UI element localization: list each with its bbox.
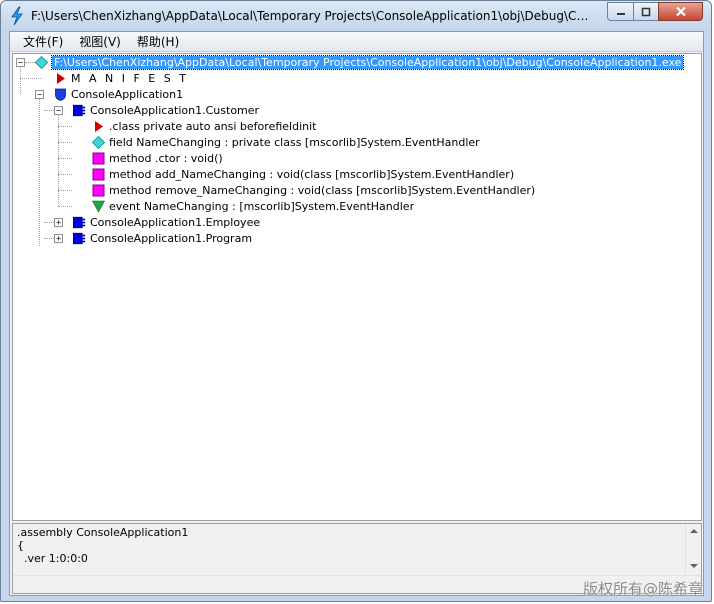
tree-node-label: ConsoleApplication1: [71, 87, 184, 101]
manifest-triangle-icon: [54, 72, 67, 85]
watermark-text: 版权所有@陈希章: [582, 580, 703, 598]
tree-node-class-employee[interactable]: ConsoleApplication1.Employee: [73, 214, 260, 230]
tree-node-label: ConsoleApplication1.Program: [90, 231, 253, 245]
tree-node-class-info[interactable]: .class private auto ansi beforefieldinit: [92, 118, 316, 134]
namespace-shield-icon: [54, 88, 67, 101]
window-title: F:\Users\ChenXizhang\AppData\Local\Tempo…: [31, 9, 591, 23]
menu-view[interactable]: 视图(V): [72, 32, 128, 51]
customer-collapse-button[interactable]: −: [54, 106, 63, 115]
il-line: .ver 1:0:0:0: [17, 552, 88, 565]
class-icon: [73, 232, 86, 245]
menu-bar: 文件(F) 视图(V) 帮助(H): [10, 32, 703, 52]
tree-node-label: method add_NameChanging : void(class [ms…: [109, 167, 515, 181]
tree-line: [58, 126, 72, 127]
assembly-diamond-icon: [35, 55, 48, 69]
field-diamond-icon: [92, 135, 105, 149]
tree-line: [39, 98, 40, 246]
close-button[interactable]: [658, 2, 703, 21]
tree-node-event[interactable]: event NameChanging : [mscorlib]System.Ev…: [92, 198, 414, 214]
namespace-collapse-button[interactable]: −: [35, 90, 44, 99]
tree-line: [58, 206, 72, 207]
menu-help[interactable]: 帮助(H): [130, 32, 186, 51]
tree-line: [25, 62, 35, 63]
root-collapse-button[interactable]: −: [16, 58, 25, 67]
class-icon: [73, 216, 86, 229]
tree-line: [44, 238, 54, 239]
assembly-tree-view[interactable]: − − − + + F:\Users\ChenXizhang\AppData\L…: [12, 53, 702, 521]
employee-expand-button[interactable]: +: [54, 218, 63, 227]
tree-line: [58, 142, 72, 143]
method-square-icon: [92, 168, 105, 181]
tree-node-field[interactable]: field NameChanging : private class [msco…: [92, 134, 480, 150]
caption-buttons: [607, 2, 703, 21]
method-square-icon: [92, 184, 105, 197]
vertical-scrollbar[interactable]: [685, 524, 701, 574]
tree-line: [58, 158, 72, 159]
tree-node-label: method .ctor : void(): [109, 151, 223, 165]
tree-line: [44, 110, 54, 111]
tree-line: [20, 66, 21, 94]
tree-node-label: ConsoleApplication1.Employee: [90, 215, 261, 229]
tree-line: [44, 222, 54, 223]
method-square-icon: [92, 152, 105, 165]
tree-node-method-remove[interactable]: method remove_NameChanging : void(class …: [92, 182, 535, 198]
il-line: .assembly ConsoleApplication1: [17, 526, 189, 539]
tree-node-class-customer[interactable]: ConsoleApplication1.Customer: [73, 102, 259, 118]
app-window: F:\Users\ChenXizhang\AppData\Local\Tempo…: [0, 0, 712, 602]
il-line: {: [17, 539, 24, 552]
class-icon: [73, 104, 86, 117]
tree-node-label: F:\Users\ChenXizhang\AppData\Local\Tempo…: [50, 54, 685, 70]
maximize-icon: [641, 7, 651, 16]
maximize-button[interactable]: [633, 2, 658, 21]
tree-node-label: event NameChanging : [mscorlib]System.Ev…: [109, 199, 415, 213]
title-bar[interactable]: F:\Users\ChenXizhang\AppData\Local\Tempo…: [1, 1, 711, 31]
tree-node-label: ConsoleApplication1.Customer: [90, 103, 260, 117]
tree-node-method-ctor[interactable]: method .ctor : void(): [92, 150, 223, 166]
tree-node-method-add[interactable]: method add_NameChanging : void(class [ms…: [92, 166, 514, 182]
il-code-text[interactable]: .assembly ConsoleApplication1 { .ver 1:0…: [17, 526, 188, 565]
minimize-button[interactable]: [607, 2, 633, 21]
tree-line: [58, 190, 72, 191]
class-info-triangle-icon: [92, 120, 105, 133]
tree-node-class-program[interactable]: ConsoleApplication1.Program: [73, 230, 252, 246]
scroll-down-arrow-icon[interactable]: [690, 564, 698, 568]
event-triangle-icon: [92, 200, 105, 213]
ildasm-lightning-icon: [8, 6, 26, 26]
tree-line: [58, 114, 59, 206]
tree-node-label: field NameChanging : private class [msco…: [109, 135, 480, 149]
tree-node-label: .class private auto ansi beforefieldinit: [109, 119, 317, 133]
tree-node-namespace[interactable]: ConsoleApplication1: [54, 86, 183, 102]
close-icon: [675, 6, 686, 17]
program-expand-button[interactable]: +: [54, 234, 63, 243]
minimize-icon: [616, 12, 625, 15]
tree-node-label: M A N I F E S T: [71, 71, 189, 85]
tree-line: [20, 78, 41, 79]
tree-line: [58, 174, 72, 175]
tree-node-assembly[interactable]: F:\Users\ChenXizhang\AppData\Local\Tempo…: [35, 54, 685, 70]
client-area: 文件(F) 视图(V) 帮助(H) − − − + + F:\Users\Che…: [9, 31, 704, 596]
tree-node-label: method remove_NameChanging : void(class …: [109, 183, 536, 197]
scroll-up-arrow-icon[interactable]: [690, 529, 698, 533]
menu-file[interactable]: 文件(F): [16, 32, 70, 51]
tree-node-manifest[interactable]: M A N I F E S T: [54, 70, 188, 86]
